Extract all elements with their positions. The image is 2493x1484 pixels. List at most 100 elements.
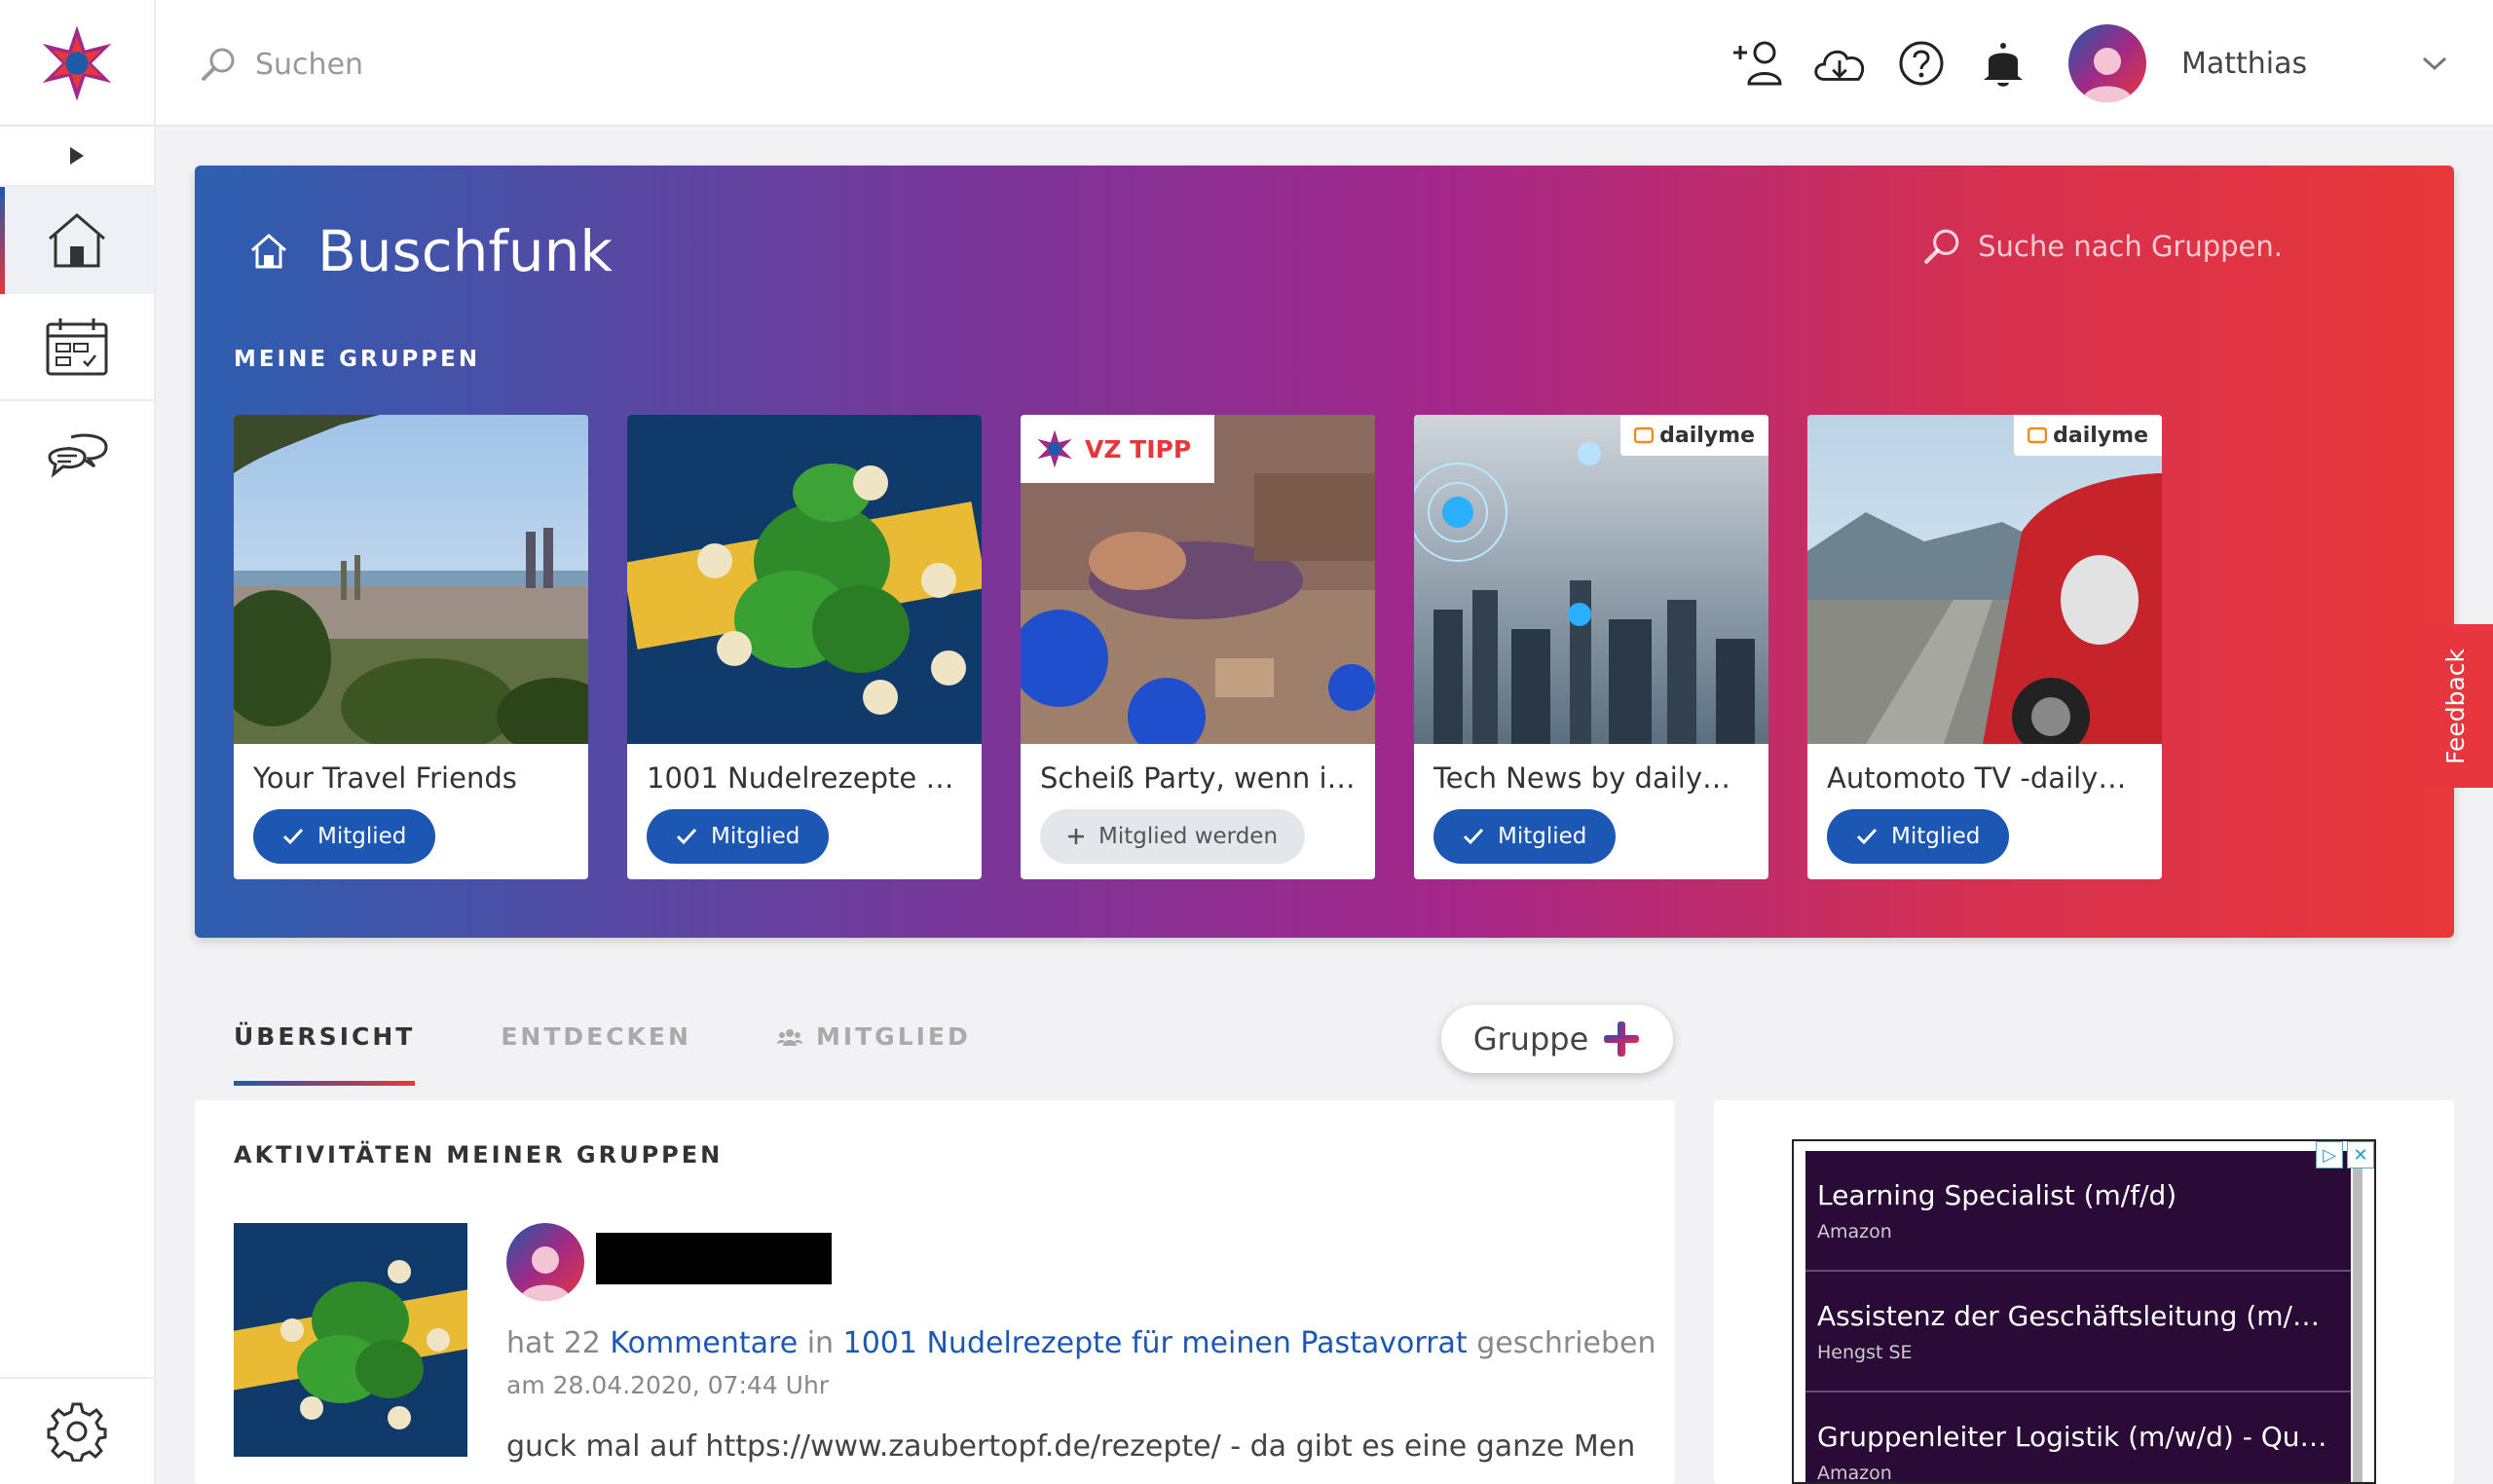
group-title: Your Travel Friends	[253, 761, 517, 795]
chevron-down-icon	[2422, 56, 2447, 71]
star-logo-icon	[1037, 429, 1072, 468]
group-title: Automoto TV -dailym...	[1827, 761, 2153, 795]
group-image-car: dailyme	[1807, 415, 2162, 744]
global-search[interactable]: Suchen	[199, 45, 363, 84]
nav-calendar[interactable]	[0, 294, 154, 401]
checkmark-icon	[676, 828, 697, 845]
download-button[interactable]	[1809, 33, 1870, 93]
help-icon	[1899, 41, 1944, 86]
activity-date: am 28.04.2020, 07:44 Uhr	[506, 1371, 830, 1399]
search-icon	[202, 48, 235, 81]
home-icon	[49, 213, 105, 268]
job-ad-item[interactable]: Learning Specialist (m/f/d) Amazon	[1805, 1151, 2351, 1272]
user-avatar[interactable]	[2068, 24, 2146, 102]
checkmark-icon	[1856, 828, 1878, 845]
vz-tipp-badge: VZ TIPP	[1021, 415, 1215, 483]
nav-messages[interactable]	[0, 401, 154, 508]
group-title: 1001 Nudelrezepte fü...	[647, 761, 981, 795]
bell-icon	[1984, 43, 2023, 87]
ad-frame: Learning Specialist (m/f/d) Amazon Assis…	[1792, 1139, 2376, 1484]
group-image-travel	[234, 415, 588, 744]
user-menu-toggle[interactable]	[2376, 56, 2493, 71]
person-silhouette-icon	[520, 1246, 571, 1301]
search-icon	[1924, 229, 1959, 264]
settings-button[interactable]	[0, 1377, 154, 1484]
ad-controls: ▷ ✕	[2316, 1141, 2374, 1169]
notifications-button[interactable]	[1973, 33, 2033, 93]
sidebar-expand-button[interactable]	[0, 127, 154, 187]
group-card[interactable]: Your Travel Friends Mitglied	[234, 415, 588, 879]
header-actions: Matthias	[1728, 0, 2493, 127]
ad-scrollbar[interactable]	[2353, 1151, 2363, 1482]
comments-link[interactable]: Kommentare	[610, 1326, 798, 1360]
tv-icon	[2028, 427, 2048, 444]
group-card[interactable]: dailyme Tech News by dailym... Mitglied	[1414, 415, 1768, 879]
group-card[interactable]: dailyme Automoto TV -dailym... Mitglied	[1807, 415, 2162, 879]
group-title: Scheiß Party, wenn ic...	[1040, 761, 1370, 795]
dailyme-badge: dailyme	[2014, 415, 2162, 456]
gear-icon	[47, 1402, 107, 1462]
tab-bar: ÜBERSICHT ENTDECKEN MITGLIED	[234, 1022, 971, 1086]
help-button[interactable]	[1891, 33, 1952, 93]
group-search[interactable]: Suche nach Gruppen.	[1921, 226, 2283, 267]
group-image-party: VZ TIPP	[1021, 415, 1375, 744]
star-logo-icon	[42, 25, 112, 101]
add-user-icon	[1733, 41, 1782, 86]
group-activity-panel: AKTIVITÄTEN MEINER GRUPPEN hat 22 Kommen…	[195, 1100, 1675, 1484]
top-bar: Suchen Matthias	[0, 0, 2493, 127]
person-silhouette-icon	[2082, 48, 2133, 102]
job-ad-item[interactable]: Gruppenleiter Logistik (m/w/d) - Querein…	[1805, 1392, 2351, 1483]
tab-discover[interactable]: ENTDECKEN	[501, 1022, 691, 1072]
group-title: Tech News by dailym...	[1433, 761, 1757, 795]
job-ad-item[interactable]: Assistenz der Geschäftsleitung (m/w/d) H…	[1805, 1272, 2351, 1392]
group-image-tech: dailyme	[1414, 415, 1768, 744]
tab-member[interactable]: MITGLIED	[776, 1022, 971, 1072]
tab-overview[interactable]: ÜBERSICHT	[234, 1022, 416, 1086]
activity-comment-text[interactable]: guck mal auf https://www.zaubertopf.de/r…	[506, 1429, 1636, 1464]
cloud-download-icon	[1814, 50, 1865, 81]
activity-user-avatar[interactable]	[506, 1223, 584, 1301]
job-ads-list: Learning Specialist (m/f/d) Amazon Assis…	[1805, 1151, 2351, 1483]
people-icon	[776, 1028, 802, 1046]
search-placeholder: Suchen	[255, 47, 364, 82]
join-group-button[interactable]: Mitglied werden	[1040, 809, 1306, 864]
checkmark-icon	[1463, 828, 1484, 845]
redacted-user-name	[596, 1233, 832, 1284]
chat-bubbles-icon	[48, 433, 108, 478]
plus-icon	[1068, 829, 1084, 844]
member-button[interactable]: Mitglied	[1433, 809, 1617, 864]
close-icon[interactable]: ✕	[2347, 1141, 2374, 1169]
group-image-pasta	[627, 415, 982, 744]
group-search-placeholder: Suche nach Gruppen.	[1978, 230, 2283, 263]
member-button[interactable]: Mitglied	[253, 809, 436, 864]
ad-choices-icon[interactable]: ▷	[2316, 1141, 2343, 1169]
nav-home[interactable]	[0, 187, 154, 294]
activity-heading: AKTIVITÄTEN MEINER GRUPPEN	[234, 1141, 724, 1169]
checkmark-icon	[282, 828, 304, 845]
page-title: Buschfunk	[317, 218, 613, 284]
play-triangle-icon	[70, 147, 84, 165]
group-card[interactable]: VZ TIPP Scheiß Party, wenn ic... Mitglie…	[1021, 415, 1375, 879]
groups-hero: Buschfunk Suche nach Gruppen. MEINE GRUP…	[195, 166, 2454, 938]
feedback-tab[interactable]: Feedback	[2419, 624, 2493, 788]
dailyme-badge: dailyme	[1620, 415, 1768, 456]
group-card[interactable]: 1001 Nudelrezepte fü... Mitglied	[627, 415, 982, 879]
left-sidebar	[0, 127, 156, 1484]
group-link[interactable]: 1001 Nudelrezepte für meinen Pastavorrat	[843, 1326, 1468, 1360]
home-small-icon	[251, 233, 286, 269]
plus-icon	[1604, 1021, 1640, 1057]
logo[interactable]	[0, 0, 156, 127]
my-groups-heading: MEINE GRUPPEN	[234, 347, 481, 372]
tv-icon	[1634, 427, 1655, 444]
create-group-label: Gruppe	[1472, 1020, 1589, 1057]
activity-group-thumbnail[interactable]	[234, 1223, 467, 1457]
user-name[interactable]: Matthias	[2181, 47, 2376, 81]
activity-summary: hat 22 Kommentare in 1001 Nudelrezepte f…	[506, 1326, 1656, 1360]
create-group-button[interactable]: Gruppe	[1441, 1005, 1673, 1073]
calendar-icon	[46, 318, 108, 376]
member-button[interactable]: Mitglied	[647, 809, 830, 864]
feedback-label: Feedback	[2441, 648, 2471, 764]
add-friend-button[interactable]	[1728, 33, 1788, 93]
ad-panel: Learning Specialist (m/f/d) Amazon Assis…	[1714, 1100, 2454, 1484]
member-button[interactable]: Mitglied	[1827, 809, 2010, 864]
